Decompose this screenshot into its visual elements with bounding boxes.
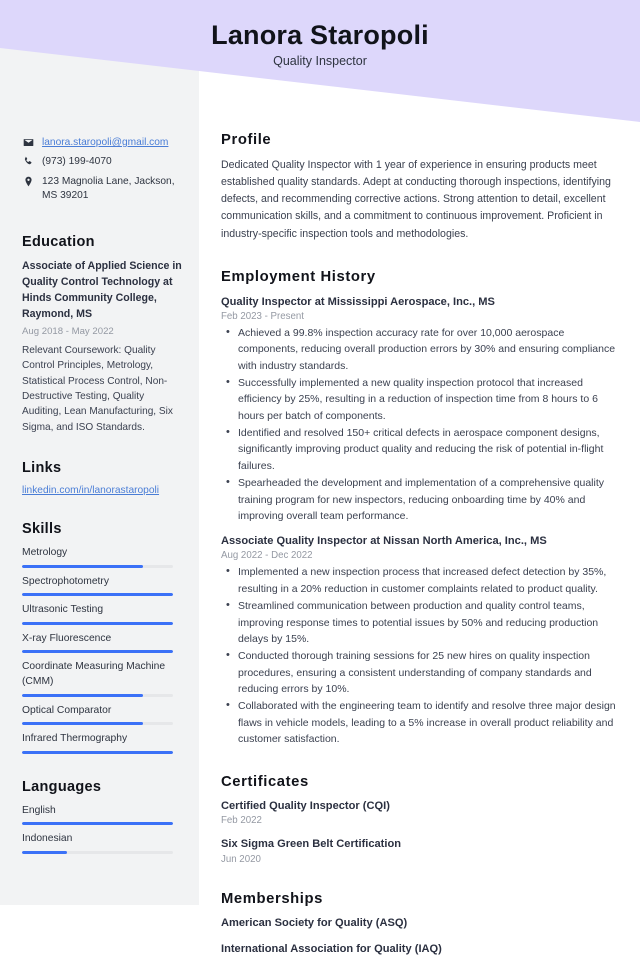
skill-label: X-ray Fluorescence (22, 632, 112, 644)
skill-label: Infrared Thermography (22, 733, 128, 745)
skill-level-fill (22, 564, 143, 568)
language-level-bar (22, 822, 173, 826)
skill-item: Optical Comparator (22, 704, 183, 726)
employment-bullet: Collaborated with the engineering team t… (221, 697, 618, 747)
employment-list: Quality Inspector at Mississippi Aerospa… (221, 294, 618, 748)
employment-bullet: Implemented a new inspection process tha… (221, 563, 618, 597)
employment-bullet: Achieved a 99.8% inspection accuracy rat… (221, 324, 618, 374)
skill-level-fill (22, 693, 143, 697)
employment-job-title: Quality Inspector at Mississippi Aerospa… (221, 295, 495, 308)
skill-label: Spectrophotometry (22, 575, 109, 587)
employment-bullet: Identified and resolved 150+ critical de… (221, 424, 618, 474)
main-content: Profile Dedicated Quality Inspector with… (199, 0, 640, 955)
certificate-date: Jun 2020 (221, 853, 261, 865)
certificate-entry: Six Sigma Green Belt Certification Jun 20… (221, 837, 618, 865)
skill-level-bar (22, 593, 173, 597)
language-level-bar (22, 850, 173, 854)
skill-level-fill (22, 621, 173, 625)
phone-icon (22, 155, 34, 167)
skill-level-fill (22, 650, 173, 654)
membership-item: International Association for Quality (I… (221, 943, 442, 956)
link-item: linkedin.com/in/lanorastaropoli (22, 485, 183, 496)
employment-bullet-list: Achieved a 99.8% inspection accuracy rat… (221, 324, 618, 525)
certificate-title: Certified Quality Inspector (CQI) (221, 799, 390, 812)
language-label: Indonesian (22, 833, 73, 845)
candidate-job-title: Quality Inspector (273, 54, 367, 69)
links-heading: Links (22, 459, 62, 476)
certificate-entry: Certified Quality Inspector (CQI) Feb 202… (221, 799, 618, 827)
contact-phone-row: (973) 199-4070 (22, 155, 183, 169)
certificates-heading: Certificates (221, 773, 309, 790)
skill-level-fill (22, 750, 173, 754)
contact-address-value: 123 Magnolia Lane, Jackson, MS 39201 (42, 175, 175, 202)
skill-label: Metrology (22, 546, 68, 558)
employment-entry: Associate Quality Inspector at Nissan No… (221, 533, 618, 747)
map-pin-icon (22, 175, 34, 187)
contact-email-link[interactable]: lanora.staropoli@gmail.com (42, 136, 168, 150)
contact-email-row: lanora.staropoli@gmail.com (22, 136, 183, 150)
skill-item: Coordinate Measuring Machine (CMM) (22, 660, 183, 697)
certificates-list: Certified Quality Inspector (CQI) Feb 202… (221, 799, 618, 865)
language-level-fill (22, 822, 173, 826)
employment-bullet: Spearheaded the development and implemen… (221, 474, 618, 524)
skills-list: Metrology Spectrophotometry Ultrasonic Tes… (22, 546, 183, 754)
skill-label: Ultrasonic Testing (22, 604, 104, 616)
employment-job-date: Aug 2022 - Dec 2022 (221, 550, 313, 562)
employment-job-date: Feb 2023 - Present (221, 310, 304, 322)
skill-level-bar (22, 693, 173, 697)
skill-level-bar (22, 650, 173, 654)
skills-heading: Skills (22, 520, 62, 537)
profile-text: Dedicated Quality Inspector with 1 year … (221, 159, 611, 240)
skill-level-bar (22, 621, 173, 625)
certificate-title: Six Sigma Green Belt Certification (221, 838, 402, 851)
skill-item: Spectrophotometry (22, 575, 183, 597)
resume-header: Lanora Staropoli Quality Inspector (0, 0, 640, 124)
employment-bullet: Successfully implemented a new quality i… (221, 374, 618, 424)
language-item: Indonesian (22, 832, 183, 854)
languages-list: English Indonesian (22, 804, 183, 854)
employment-job-title: Associate Quality Inspector at Nissan No… (221, 535, 547, 548)
education-description: Relevant Coursework: Quality Control Pri… (22, 344, 173, 433)
skill-level-bar (22, 722, 173, 726)
memberships-heading: Memberships (221, 890, 323, 907)
language-level-fill (22, 850, 68, 854)
skill-level-fill (22, 593, 173, 597)
languages-heading: Languages (22, 778, 102, 795)
profile-heading: Profile (221, 132, 272, 148)
contact-address-row: 123 Magnolia Lane, Jackson, MS 39201 (22, 175, 183, 204)
skill-level-bar (22, 750, 173, 754)
employment-bullet-list: Implemented a new inspection process tha… (221, 563, 618, 747)
skill-label: Optical Comparator (22, 704, 112, 716)
skill-level-bar (22, 564, 173, 568)
employment-heading: Employment History (221, 268, 376, 285)
skill-item: Metrology (22, 546, 183, 568)
education-degree: Associate of Applied Science in Quality … (22, 259, 182, 320)
skill-item: X-ray Fluorescence (22, 632, 183, 654)
education-entry: Associate of Applied Science in Quality … (22, 259, 183, 435)
skill-item: Ultrasonic Testing (22, 603, 183, 625)
certificate-date: Feb 2022 (221, 815, 262, 827)
education-heading: Education (22, 233, 95, 250)
skill-item: Infrared Thermography (22, 732, 183, 754)
envelope-icon (22, 136, 34, 148)
employment-bullet: Streamlined communication between produc… (221, 597, 618, 647)
sidebar: lanora.staropoli@gmail.com (973) 199-407… (0, 0, 199, 905)
employment-bullet: Conducted thorough training sessions for… (221, 647, 618, 697)
linkedin-link[interactable]: linkedin.com/in/lanorastaropoli (22, 485, 159, 496)
membership-item: American Society for Quality (ASQ) (221, 916, 408, 929)
employment-entry: Quality Inspector at Mississippi Aerospa… (221, 294, 618, 525)
language-item: English (22, 804, 183, 826)
candidate-name: Lanora Staropoli (211, 20, 429, 50)
skill-label: Coordinate Measuring Machine (CMM) (22, 661, 166, 687)
language-label: English (22, 804, 56, 816)
contact-phone-value: (973) 199-4070 (42, 156, 112, 168)
education-date: Aug 2018 - May 2022 (22, 325, 114, 337)
memberships-list: American Society for Quality (ASQ) Intern… (221, 916, 618, 958)
skill-level-fill (22, 722, 143, 726)
